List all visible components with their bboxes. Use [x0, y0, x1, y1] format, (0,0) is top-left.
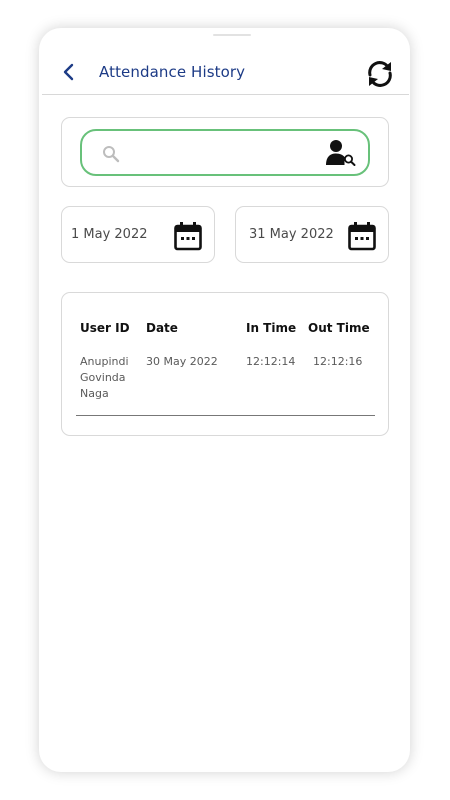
column-header-date: Date: [146, 321, 178, 335]
search-icon: [103, 146, 120, 163]
column-header-in-time: In Time: [246, 321, 297, 335]
cell-user-id: Anupindi Govinda Naga: [80, 355, 129, 400]
column-header-out-time: Out Time: [308, 321, 370, 335]
refresh-icon[interactable]: [364, 58, 396, 90]
search-box[interactable]: [80, 129, 370, 176]
from-date-value: 1 May 2022: [71, 227, 148, 242]
cell-out-time: 12:12:16: [313, 355, 363, 368]
chevron-left-icon[interactable]: [61, 62, 77, 82]
speaker-notch: [213, 34, 251, 36]
column-header-user-id: User ID: [80, 321, 130, 335]
from-date-picker[interactable]: 1 May 2022: [61, 206, 215, 263]
page-title: Attendance History: [99, 63, 246, 81]
calendar-icon[interactable]: [174, 221, 202, 251]
search-input[interactable]: [130, 139, 310, 167]
calendar-icon[interactable]: [348, 221, 376, 251]
cell-in-time: 12:12:14: [246, 355, 296, 368]
phone-frame: Attendance History 1 May 2022 31 May 202…: [39, 28, 410, 772]
row-divider: [76, 415, 375, 416]
to-date-picker[interactable]: 31 May 2022: [235, 206, 389, 263]
header-divider: [42, 94, 409, 95]
search-card: [61, 117, 389, 187]
cell-date: 30 May 2022: [146, 355, 218, 368]
attendance-table: User ID Date In Time Out Time Anupindi G…: [61, 292, 389, 436]
to-date-value: 31 May 2022: [249, 227, 334, 242]
user-search-icon[interactable]: [325, 139, 357, 167]
app-header: Attendance History: [39, 58, 410, 94]
